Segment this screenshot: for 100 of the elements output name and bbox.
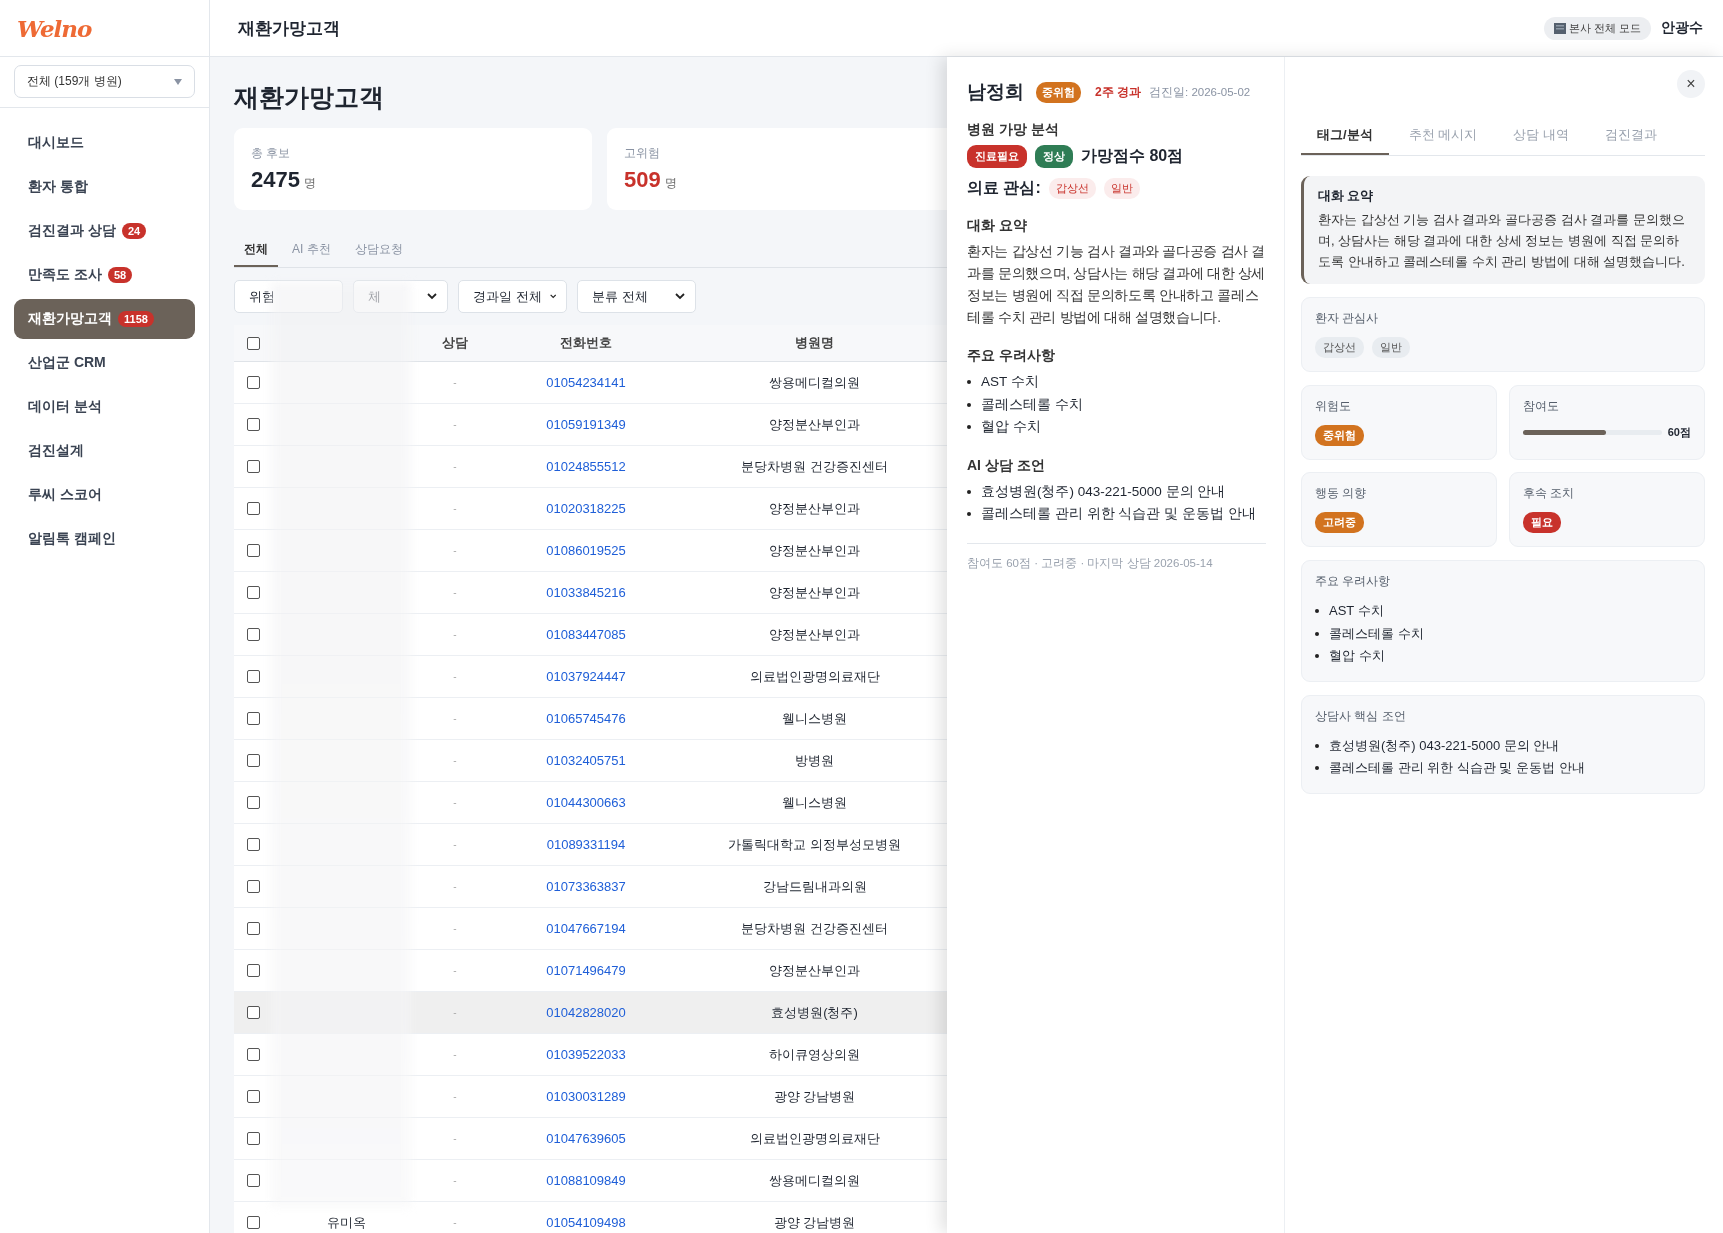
user-name: 안광수: [1661, 19, 1703, 37]
select-all-checkbox[interactable]: [246, 336, 260, 350]
phone-link[interactable]: 01047639605: [546, 1131, 626, 1146]
interest-chip: 일반: [1103, 178, 1140, 199]
phone-link[interactable]: 01020318225: [546, 501, 626, 516]
table-row[interactable]: - 01059191349 양정분산부인과: [234, 404, 947, 446]
phone-link[interactable]: 01054109498: [546, 1215, 626, 1230]
phone-link[interactable]: 01059191349: [546, 417, 626, 432]
card-title: 상담사 핵심 조언: [1315, 707, 1407, 725]
concern-item: 혈압 수치: [981, 418, 1041, 436]
table-row[interactable]: - 01042828020 효성병원(청주): [234, 992, 947, 1034]
nav-label: 산업군 CRM: [28, 354, 106, 372]
row-checkbox[interactable]: [246, 376, 260, 389]
row-checkbox[interactable]: [246, 1006, 260, 1019]
card-title: 대화 요약: [1318, 188, 1375, 205]
filter-select[interactable]: 위험: [234, 280, 343, 313]
filter-select[interactable]: 경과일 전체: [458, 280, 567, 313]
phone-link[interactable]: 01086019525: [546, 543, 626, 558]
phone-link[interactable]: 01037924447: [546, 669, 626, 684]
phone-link[interactable]: 01042828020: [546, 1005, 626, 1020]
row-checkbox[interactable]: [246, 418, 260, 431]
row-checkbox[interactable]: [246, 1090, 260, 1103]
row-checkbox[interactable]: [246, 502, 260, 515]
nav-item[interactable]: 검진결과 상담 24: [14, 211, 195, 251]
nav-item[interactable]: 검진설계: [14, 431, 195, 471]
nav-item[interactable]: 대시보드: [14, 123, 195, 163]
phone-link[interactable]: 01054234141: [546, 375, 626, 390]
row-checkbox[interactable]: [246, 754, 260, 767]
nav-item[interactable]: 데이터 분석: [14, 387, 195, 427]
table-row[interactable]: - 01032405751 방병원: [234, 740, 947, 782]
nav-label: 루씨 스코어: [28, 486, 102, 504]
stat-label: 총 후보: [251, 145, 292, 162]
table-row[interactable]: - 01086019525 양정분산부인과: [234, 530, 947, 572]
table-row[interactable]: - 01047639605 의료법인광명의료재단: [234, 1118, 947, 1160]
row-checkbox[interactable]: [246, 880, 260, 893]
row-checkbox[interactable]: [246, 628, 260, 641]
consult-cell: -: [453, 881, 457, 892]
phone-link[interactable]: 01065745476: [546, 711, 626, 726]
phone-link[interactable]: 01024855512: [546, 459, 626, 474]
nav-label: 알림톡 캠페인: [28, 530, 116, 548]
hospital-cell: 웰니스병원: [782, 793, 847, 812]
section-heading: 주요 우려사항: [967, 347, 1056, 365]
phone-link[interactable]: 01088109849: [546, 1173, 626, 1188]
tab[interactable]: 전체: [234, 237, 278, 267]
row-checkbox[interactable]: [246, 586, 260, 599]
hospital-cell: 광양 강남병원: [773, 1213, 856, 1232]
row-checkbox[interactable]: [246, 1174, 260, 1187]
row-checkbox[interactable]: [246, 460, 260, 473]
hospital-cell: 웰니스병원: [782, 709, 847, 728]
row-checkbox[interactable]: [246, 1132, 260, 1145]
phone-link[interactable]: 01073363837: [546, 879, 626, 894]
phone-link[interactable]: 01033845216: [546, 585, 626, 600]
hospital-cell: 쌍용메디컬의원: [769, 373, 860, 392]
phone-link[interactable]: 01083447085: [546, 627, 626, 642]
table-row[interactable]: - 01083447085 양정분산부인과: [234, 614, 947, 656]
table-row[interactable]: - 01020318225 양정분산부인과: [234, 488, 947, 530]
phone-link[interactable]: 01071496479: [546, 963, 626, 978]
table-row[interactable]: - 01033845216 양정분산부인과: [234, 572, 947, 614]
row-checkbox[interactable]: [246, 796, 260, 809]
footer-meta: 참여도 60점 · 고려중 · 마지막 상담 2026-05-14: [967, 556, 1213, 569]
close-button[interactable]: ×: [1677, 70, 1705, 98]
row-checkbox[interactable]: [246, 964, 260, 977]
consult-cell: -: [453, 629, 457, 640]
table-row[interactable]: - 01030031289 광양 강남병원: [234, 1076, 947, 1118]
phone-link[interactable]: 01044300663: [546, 795, 626, 810]
table-row[interactable]: - 01054234141 쌍용메디컬의원: [234, 362, 947, 404]
table-row[interactable]: - 01089331194 가톨릭대학교 의정부성모병원: [234, 824, 947, 866]
hospital-cell: 효성병원(청주): [771, 1003, 858, 1022]
table-row[interactable]: - 01088109849 쌍용메디컬의원: [234, 1160, 947, 1202]
filter-select[interactable]: 분류 전체: [577, 280, 696, 313]
row-checkbox[interactable]: [246, 544, 260, 557]
table-row[interactable]: - 01037924447 의료법인광명의료재단: [234, 656, 947, 698]
nav-item[interactable]: 루씨 스코어: [14, 475, 195, 515]
nav-item[interactable]: 알림톡 캠페인: [14, 519, 195, 559]
table-row[interactable]: - 01073363837 강남드림내과의원: [234, 866, 947, 908]
row-checkbox[interactable]: [246, 712, 260, 725]
row-checkbox[interactable]: [246, 838, 260, 851]
phone-link[interactable]: 01030031289: [546, 1089, 626, 1104]
nav-item[interactable]: 만족도 조사 58: [14, 255, 195, 295]
row-checkbox[interactable]: [246, 670, 260, 683]
table-row[interactable]: - 01024855512 분당차병원 건강증진센터: [234, 446, 947, 488]
advice-item: 콜레스테롤 관리 위한 식습관 및 운동법 안내: [981, 505, 1256, 523]
interest-chip: 일반: [1372, 337, 1410, 358]
phone-link[interactable]: 01039522033: [546, 1047, 626, 1062]
phone-link[interactable]: 01089331194: [546, 837, 626, 852]
tab[interactable]: 태그/분석: [1301, 120, 1389, 155]
nav-item[interactable]: 환자 통합: [14, 167, 195, 207]
nav-item[interactable]: 산업군 CRM: [14, 343, 195, 383]
row-checkbox[interactable]: [246, 922, 260, 935]
table-row[interactable]: - 01044300663 웰니스병원: [234, 782, 947, 824]
phone-link[interactable]: 01047667194: [546, 921, 626, 936]
table-row[interactable]: - 01039522033 하이큐영상의원: [234, 1034, 947, 1076]
row-checkbox[interactable]: [246, 1216, 260, 1229]
phone-link[interactable]: 01032405751: [546, 753, 626, 768]
table-row[interactable]: - 01065745476 웰니스병원: [234, 698, 947, 740]
row-checkbox[interactable]: [246, 1048, 260, 1061]
nav-item[interactable]: 재환가망고객 1158: [14, 299, 195, 339]
hospital-select[interactable]: 전체 (159개 병원): [14, 65, 195, 98]
consult-cell: -: [453, 587, 457, 598]
table-row[interactable]: - 01047667194 분당차병원 건강증진센터: [234, 908, 947, 950]
